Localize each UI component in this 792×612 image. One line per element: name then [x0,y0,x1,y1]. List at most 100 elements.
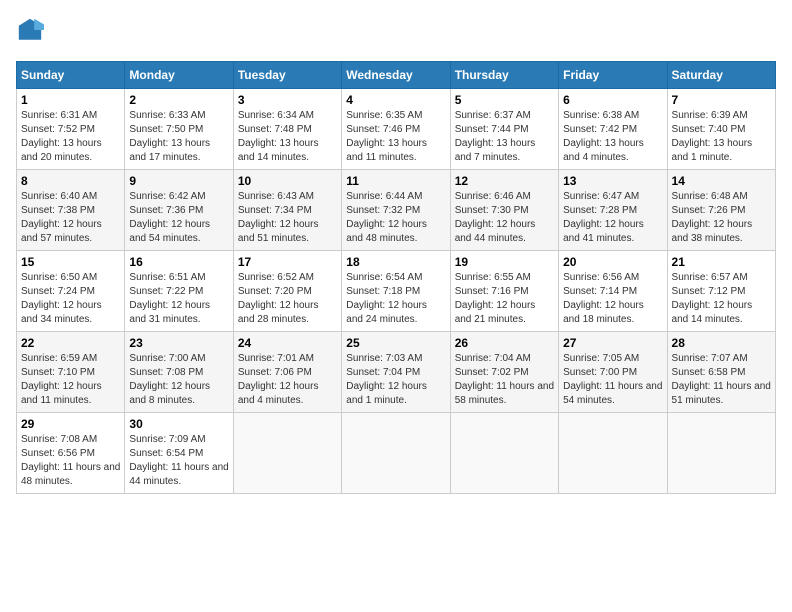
weekday-header-sunday: Sunday [17,62,125,89]
day-info: Sunrise: 6:33 AM Sunset: 7:50 PM Dayligh… [129,109,228,165]
calendar-cell [667,413,775,494]
day-number: 19 [455,255,554,269]
calendar-cell: 6 Sunrise: 6:38 AM Sunset: 7:42 PM Dayli… [559,89,667,170]
week-row-2: 8 Sunrise: 6:40 AM Sunset: 7:38 PM Dayli… [17,170,776,251]
day-number: 3 [238,93,337,107]
calendar-cell: 14 Sunrise: 6:48 AM Sunset: 7:26 PM Dayl… [667,170,775,251]
weekday-header-friday: Friday [559,62,667,89]
day-info: Sunrise: 6:35 AM Sunset: 7:46 PM Dayligh… [346,109,445,165]
calendar-cell: 21 Sunrise: 6:57 AM Sunset: 7:12 PM Dayl… [667,251,775,332]
day-info: Sunrise: 6:31 AM Sunset: 7:52 PM Dayligh… [21,109,120,165]
day-number: 29 [21,417,120,431]
calendar-cell [342,413,450,494]
calendar-cell: 18 Sunrise: 6:54 AM Sunset: 7:18 PM Dayl… [342,251,450,332]
calendar-cell [233,413,341,494]
calendar-cell: 12 Sunrise: 6:46 AM Sunset: 7:30 PM Dayl… [450,170,558,251]
day-number: 25 [346,336,445,350]
calendar-cell: 9 Sunrise: 6:42 AM Sunset: 7:36 PM Dayli… [125,170,233,251]
calendar-cell: 22 Sunrise: 6:59 AM Sunset: 7:10 PM Dayl… [17,332,125,413]
day-number: 6 [563,93,662,107]
day-info: Sunrise: 6:44 AM Sunset: 7:32 PM Dayligh… [346,190,445,246]
day-info: Sunrise: 6:57 AM Sunset: 7:12 PM Dayligh… [672,271,771,327]
day-number: 7 [672,93,771,107]
day-number: 11 [346,174,445,188]
day-info: Sunrise: 7:07 AM Sunset: 6:58 PM Dayligh… [672,352,771,408]
day-info: Sunrise: 6:52 AM Sunset: 7:20 PM Dayligh… [238,271,337,327]
day-info: Sunrise: 6:46 AM Sunset: 7:30 PM Dayligh… [455,190,554,246]
day-info: Sunrise: 7:03 AM Sunset: 7:04 PM Dayligh… [346,352,445,408]
day-number: 22 [21,336,120,350]
day-info: Sunrise: 6:42 AM Sunset: 7:36 PM Dayligh… [129,190,228,246]
weekday-header-saturday: Saturday [667,62,775,89]
day-info: Sunrise: 7:04 AM Sunset: 7:02 PM Dayligh… [455,352,554,408]
calendar-cell: 23 Sunrise: 7:00 AM Sunset: 7:08 PM Dayl… [125,332,233,413]
day-number: 13 [563,174,662,188]
day-number: 5 [455,93,554,107]
day-number: 17 [238,255,337,269]
calendar-cell: 28 Sunrise: 7:07 AM Sunset: 6:58 PM Dayl… [667,332,775,413]
day-info: Sunrise: 6:37 AM Sunset: 7:44 PM Dayligh… [455,109,554,165]
day-number: 4 [346,93,445,107]
calendar-cell: 1 Sunrise: 6:31 AM Sunset: 7:52 PM Dayli… [17,89,125,170]
day-number: 24 [238,336,337,350]
logo [16,16,48,49]
header [16,16,776,49]
day-info: Sunrise: 7:08 AM Sunset: 6:56 PM Dayligh… [21,433,120,489]
calendar-cell: 30 Sunrise: 7:09 AM Sunset: 6:54 PM Dayl… [125,413,233,494]
calendar-cell: 2 Sunrise: 6:33 AM Sunset: 7:50 PM Dayli… [125,89,233,170]
day-info: Sunrise: 6:55 AM Sunset: 7:16 PM Dayligh… [455,271,554,327]
calendar-cell: 5 Sunrise: 6:37 AM Sunset: 7:44 PM Dayli… [450,89,558,170]
day-number: 16 [129,255,228,269]
day-number: 1 [21,93,120,107]
calendar-cell: 16 Sunrise: 6:51 AM Sunset: 7:22 PM Dayl… [125,251,233,332]
day-number: 12 [455,174,554,188]
weekday-header-thursday: Thursday [450,62,558,89]
weekday-header-monday: Monday [125,62,233,89]
day-info: Sunrise: 7:09 AM Sunset: 6:54 PM Dayligh… [129,433,228,489]
logo-icon [16,16,44,49]
calendar-cell: 8 Sunrise: 6:40 AM Sunset: 7:38 PM Dayli… [17,170,125,251]
day-info: Sunrise: 6:34 AM Sunset: 7:48 PM Dayligh… [238,109,337,165]
day-number: 8 [21,174,120,188]
calendar-cell: 17 Sunrise: 6:52 AM Sunset: 7:20 PM Dayl… [233,251,341,332]
day-number: 27 [563,336,662,350]
calendar-cell [559,413,667,494]
day-info: Sunrise: 6:59 AM Sunset: 7:10 PM Dayligh… [21,352,120,408]
day-number: 2 [129,93,228,107]
calendar-table: SundayMondayTuesdayWednesdayThursdayFrid… [16,61,776,494]
day-number: 18 [346,255,445,269]
day-number: 26 [455,336,554,350]
week-row-4: 22 Sunrise: 6:59 AM Sunset: 7:10 PM Dayl… [17,332,776,413]
day-info: Sunrise: 6:39 AM Sunset: 7:40 PM Dayligh… [672,109,771,165]
day-info: Sunrise: 6:40 AM Sunset: 7:38 PM Dayligh… [21,190,120,246]
week-row-3: 15 Sunrise: 6:50 AM Sunset: 7:24 PM Dayl… [17,251,776,332]
day-number: 10 [238,174,337,188]
day-number: 21 [672,255,771,269]
calendar-cell: 11 Sunrise: 6:44 AM Sunset: 7:32 PM Dayl… [342,170,450,251]
week-row-1: 1 Sunrise: 6:31 AM Sunset: 7:52 PM Dayli… [17,89,776,170]
day-number: 23 [129,336,228,350]
weekday-header-row: SundayMondayTuesdayWednesdayThursdayFrid… [17,62,776,89]
day-number: 14 [672,174,771,188]
calendar-cell: 29 Sunrise: 7:08 AM Sunset: 6:56 PM Dayl… [17,413,125,494]
calendar-cell: 26 Sunrise: 7:04 AM Sunset: 7:02 PM Dayl… [450,332,558,413]
calendar-cell: 15 Sunrise: 6:50 AM Sunset: 7:24 PM Dayl… [17,251,125,332]
calendar-cell: 3 Sunrise: 6:34 AM Sunset: 7:48 PM Dayli… [233,89,341,170]
day-info: Sunrise: 6:38 AM Sunset: 7:42 PM Dayligh… [563,109,662,165]
day-number: 9 [129,174,228,188]
day-info: Sunrise: 6:47 AM Sunset: 7:28 PM Dayligh… [563,190,662,246]
weekday-header-wednesday: Wednesday [342,62,450,89]
calendar-cell: 7 Sunrise: 6:39 AM Sunset: 7:40 PM Dayli… [667,89,775,170]
day-number: 30 [129,417,228,431]
calendar-cell: 20 Sunrise: 6:56 AM Sunset: 7:14 PM Dayl… [559,251,667,332]
calendar-cell: 25 Sunrise: 7:03 AM Sunset: 7:04 PM Dayl… [342,332,450,413]
calendar-cell: 24 Sunrise: 7:01 AM Sunset: 7:06 PM Dayl… [233,332,341,413]
calendar-cell: 4 Sunrise: 6:35 AM Sunset: 7:46 PM Dayli… [342,89,450,170]
calendar-cell [450,413,558,494]
day-info: Sunrise: 7:05 AM Sunset: 7:00 PM Dayligh… [563,352,662,408]
day-number: 20 [563,255,662,269]
calendar-cell: 10 Sunrise: 6:43 AM Sunset: 7:34 PM Dayl… [233,170,341,251]
day-info: Sunrise: 6:48 AM Sunset: 7:26 PM Dayligh… [672,190,771,246]
day-info: Sunrise: 6:50 AM Sunset: 7:24 PM Dayligh… [21,271,120,327]
calendar-cell: 13 Sunrise: 6:47 AM Sunset: 7:28 PM Dayl… [559,170,667,251]
